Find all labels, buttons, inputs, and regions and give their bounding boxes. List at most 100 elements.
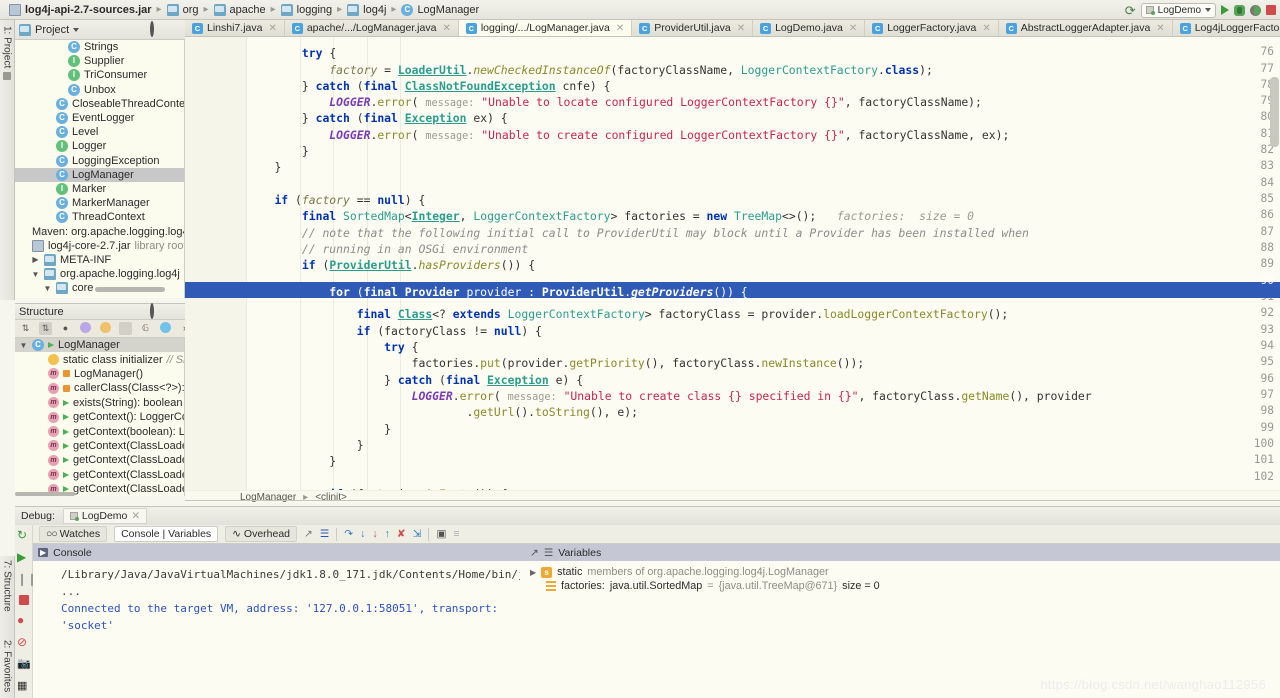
project-tree-item[interactable]: C LoggingException [15, 154, 184, 168]
code-text[interactable]: try { factory = LoaderUtil.newCheckedIns… [247, 37, 1280, 500]
tool-window-button-favorites[interactable]: 2: Favorites [0, 636, 15, 698]
project-tree[interactable]: C Strings I Supplier I TriConsumer C Unbox C Clos… [15, 40, 185, 298]
close-icon[interactable]: ✕ [1156, 23, 1164, 34]
close-icon[interactable]: ✕ [737, 23, 745, 34]
breadcrumb-item-apache[interactable]: apache [211, 3, 269, 16]
tab-overhead[interactable]: ∿ Overhead [225, 526, 298, 542]
project-tree-item[interactable]: C LogManager [15, 167, 184, 182]
breadcrumb-item-jar[interactable]: log4j-api-2.7-sources.jar [6, 3, 155, 16]
close-icon[interactable]: ✕ [982, 23, 990, 34]
structure-tree-item[interactable]: m getContext(ClassLoader, [15, 468, 184, 482]
editor-tab-bar[interactable]: C Linshi7.java ✕ Capache/.../LogManager.jav… [185, 20, 1280, 37]
editor-tab[interactable]: C ProviderUtil.java ✕ [632, 20, 754, 36]
project-tree-item[interactable]: ▶ META-INF [15, 253, 184, 267]
force-step-into-icon[interactable]: ↓ [372, 528, 377, 540]
close-icon[interactable]: ✕ [268, 23, 276, 34]
structure-tree-item[interactable]: m LogManager() [15, 367, 184, 381]
coverage-icon[interactable] [1250, 4, 1261, 16]
mute-breakpoints-icon[interactable]: ⊘ [17, 636, 30, 649]
project-tree-item[interactable]: log4j-core-2.7.jar library root [15, 239, 184, 253]
view-breakpoints-icon[interactable]: ● [17, 614, 30, 627]
tree-twisty-icon[interactable]: ▶ [31, 255, 40, 264]
pause-program-icon[interactable]: ❙❙ [17, 573, 37, 586]
breadcrumb-item-org[interactable]: org [164, 3, 202, 16]
project-tree-item[interactable]: Maven: org.apache.logging.log4j:log [15, 224, 184, 238]
debug-icon[interactable] [1234, 4, 1245, 16]
stop-icon[interactable] [18, 595, 29, 605]
settings-arrow-icon[interactable]: ↗ [304, 528, 313, 540]
tool-window-button-structure[interactable]: 7: Structure [0, 556, 15, 636]
step-into-icon[interactable]: ↓ [360, 528, 365, 540]
stop-icon[interactable] [1266, 5, 1276, 15]
variable-row-factories[interactable]: factories: java.util.SortedMap = {java.u… [520, 579, 1280, 593]
editor-gutter[interactable] [185, 37, 247, 500]
breadcrumb-item-logging[interactable]: logging [278, 3, 335, 16]
layout-settings-icon[interactable]: ▦ [17, 680, 30, 693]
autoscroll-icon[interactable] [159, 322, 172, 335]
expand-all-icon[interactable] [113, 305, 127, 319]
hide-icon[interactable] [167, 23, 181, 37]
debug-session-tab[interactable]: LogDemo ✕ [62, 508, 148, 524]
breadcrumb-item-logmanager[interactable]: C LogManager [398, 3, 482, 16]
settings-camera-icon[interactable]: 📷 [17, 658, 31, 671]
tree-twisty-icon[interactable]: ▼ [31, 270, 40, 279]
show-anonymous-icon[interactable]: 𝔾 [139, 322, 152, 335]
run-configuration-selector[interactable]: LogDemo [1140, 2, 1216, 18]
close-icon[interactable]: ✕ [616, 23, 624, 34]
editor-tab[interactable]: C LogDemo.java ✕ [753, 20, 866, 36]
editor-tab[interactable]: Capache/.../LogManager.java ✕ [285, 20, 459, 36]
structure-horizontal-scrollbar[interactable] [15, 492, 75, 496]
project-tree-item[interactable]: C Unbox [15, 83, 184, 97]
project-tree-item[interactable]: I Logger [15, 139, 184, 153]
evaluate-expression-icon[interactable]: ▣ [436, 528, 446, 540]
resume-program-icon[interactable]: ▶ [17, 551, 30, 564]
step-over-icon[interactable]: ↷ [344, 528, 353, 540]
project-tree-item[interactable]: C CloseableThreadContext [15, 97, 184, 111]
structure-tree-item[interactable]: m callerClass(Class<?>): Cl [15, 381, 184, 395]
editor-tab[interactable]: Clogging/.../LogManager.java ✕ [458, 20, 633, 36]
drop-frame-icon[interactable]: ✘ [397, 528, 406, 540]
project-horizontal-scrollbar[interactable] [95, 287, 165, 292]
project-tree-item[interactable]: ▼ org.apache.logging.log4j [15, 267, 184, 281]
sort-by-type-icon[interactable]: ⇅ [19, 322, 32, 335]
chevron-down-icon[interactable] [73, 27, 80, 32]
variable-row-static-members[interactable]: ▶ s static members of org.apache.logging… [520, 565, 1280, 579]
show-non-public-icon[interactable] [119, 322, 132, 335]
show-properties-icon[interactable] [79, 322, 92, 335]
collapse-all-icon[interactable] [131, 305, 145, 319]
show-inherited-icon[interactable]: ● [59, 322, 72, 335]
run-to-cursor-icon[interactable]: ⇲ [413, 528, 422, 540]
structure-tree-item[interactable]: static class initializer// Sho [15, 352, 184, 366]
close-icon[interactable]: ✕ [849, 23, 857, 34]
settings-arrow-icon[interactable]: ↗ [530, 547, 539, 559]
editor-tab[interactable]: C Linshi7.java ✕ [185, 20, 285, 36]
console-output[interactable]: /Library/Java/JavaVirtualMachines/jdk1.8… [33, 561, 520, 698]
close-icon[interactable]: ✕ [131, 510, 140, 522]
project-tree-item[interactable]: C Level [15, 125, 184, 139]
structure-tree-item[interactable]: ▼ C LogManager [15, 338, 184, 353]
editor-tab[interactable]: C AbstractLoggerAdapter.java ✕ [999, 20, 1173, 36]
structure-tree[interactable]: ▼ C LogManager static class initializer// S… [15, 338, 185, 496]
structure-tree-item[interactable]: m exists(String): boolean [15, 396, 184, 410]
back-arrow-icon[interactable]: ⟳ [1125, 4, 1136, 17]
close-icon[interactable]: ✕ [442, 23, 450, 34]
hide-icon[interactable] [167, 305, 181, 319]
tab-watches[interactable]: ○○ Watches [39, 526, 108, 542]
step-out-icon[interactable]: ↑ [385, 528, 390, 540]
collapse-all-icon[interactable] [131, 23, 145, 37]
tab-console-variables[interactable]: Console | Variables [114, 526, 219, 542]
structure-tree-item[interactable]: m getContext(boolean): Lo [15, 424, 184, 438]
editor-tab[interactable]: CLog4jLoggerFactory.java✕ [1173, 20, 1280, 36]
run-icon[interactable] [1221, 5, 1229, 15]
tree-twisty-icon[interactable]: ▼ [43, 284, 52, 293]
breadcrumb-item-log4j[interactable]: log4j [344, 3, 389, 16]
gear-icon[interactable] [149, 302, 163, 319]
editor-vertical-scrollbar[interactable] [1270, 77, 1279, 147]
show-fields-icon[interactable] [99, 322, 112, 335]
gear-icon[interactable] [149, 20, 163, 37]
chevron-right-icon[interactable]: ▶ [530, 568, 536, 577]
code-editor[interactable]: 7677787980818283848586878889909192939495… [185, 37, 1280, 500]
structure-tree-item[interactable]: m getContext(ClassLoader, [15, 453, 184, 467]
tree-twisty-icon[interactable]: ▼ [19, 341, 28, 350]
show-execution-point-icon[interactable]: ☰ [320, 528, 329, 540]
